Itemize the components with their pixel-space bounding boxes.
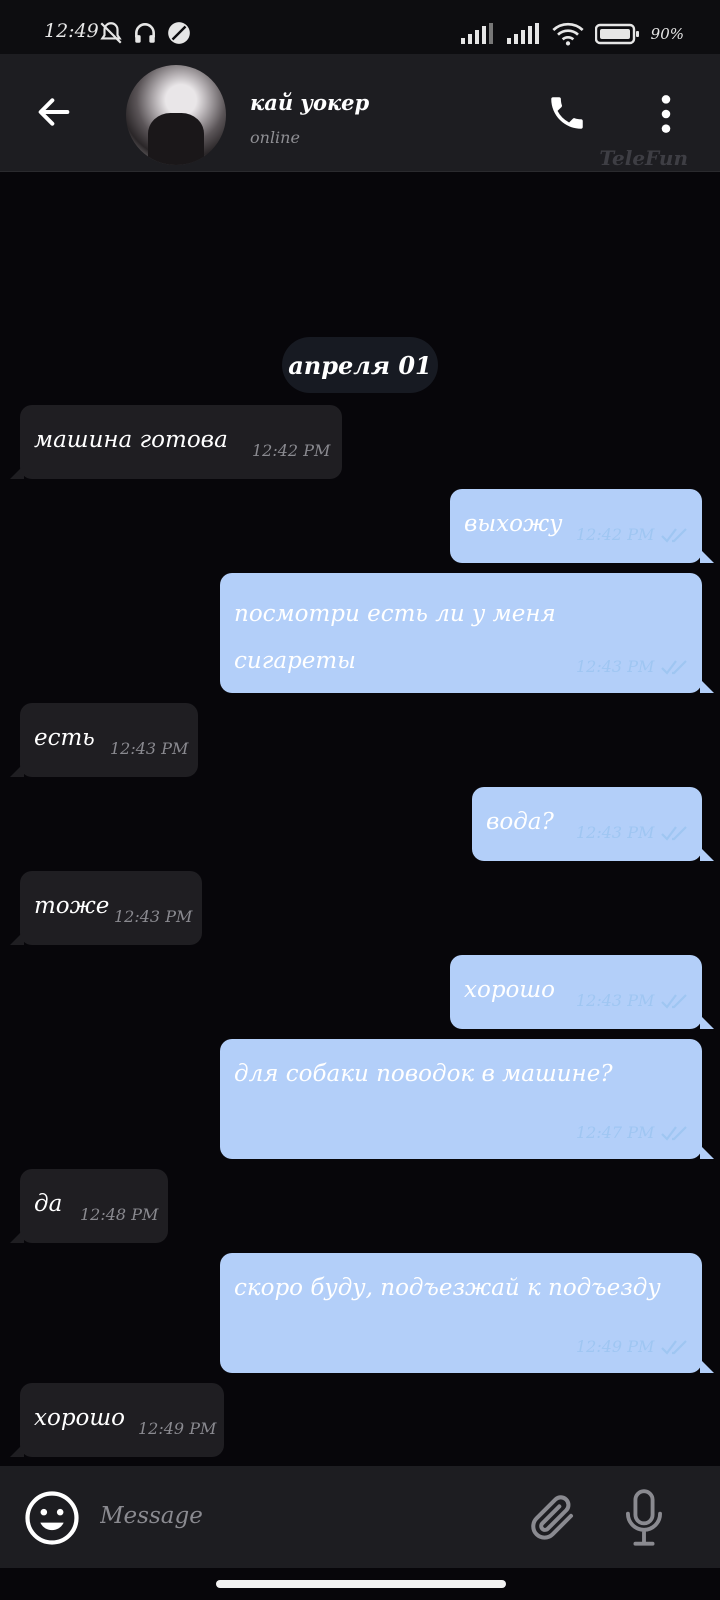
read-check-icon bbox=[661, 1340, 687, 1355]
battery-icon bbox=[594, 23, 639, 45]
message-time: 12:43 PM bbox=[110, 739, 189, 758]
paperclip-icon[interactable] bbox=[526, 1488, 580, 1546]
chat-header: кай уокер online TeleFun bbox=[0, 54, 720, 172]
more-vert-icon[interactable] bbox=[656, 94, 676, 134]
status-time: 12:49 bbox=[44, 20, 99, 42]
message-text: тоже bbox=[34, 893, 110, 919]
message-time: 12:43 PM bbox=[576, 657, 655, 676]
message-bubble-outgoing[interactable]: хорошо 12:43 PM bbox=[450, 955, 714, 1029]
phone-icon[interactable] bbox=[546, 92, 588, 134]
message-bubble-incoming[interactable]: да 12:48 PM bbox=[10, 1169, 168, 1243]
read-check-icon bbox=[661, 528, 687, 543]
watermark: TeleFun bbox=[599, 146, 688, 170]
read-check-icon bbox=[661, 1126, 687, 1141]
message-text: посмотри есть ли у меня сигареты bbox=[234, 601, 556, 674]
message-bubble-incoming[interactable]: хорошо 12:49 PM bbox=[10, 1383, 224, 1457]
emoji-icon[interactable] bbox=[24, 1490, 80, 1546]
message-time: 12:42 PM bbox=[576, 525, 655, 544]
date-separator: апреля 01 bbox=[282, 337, 438, 393]
avatar-figure bbox=[148, 113, 204, 165]
message-time: 12:48 PM bbox=[80, 1205, 159, 1224]
contact-name[interactable]: кай уокер bbox=[250, 90, 369, 115]
message-time: 12:43 PM bbox=[114, 907, 193, 926]
message-time: 12:43 PM bbox=[576, 823, 655, 842]
message-text: вода? bbox=[486, 809, 554, 835]
message-text: машина готова bbox=[34, 427, 228, 453]
message-bubble-outgoing[interactable]: для собаки поводок в машине? 12:47 PM bbox=[220, 1039, 714, 1159]
message-text: скоро буду, подъезжай к подъезду bbox=[234, 1275, 661, 1301]
message-text: хорошо bbox=[34, 1405, 126, 1431]
message-bubble-incoming[interactable]: машина готова 12:42 PM bbox=[10, 405, 342, 479]
message-text: есть bbox=[34, 725, 95, 751]
message-time: 12:43 PM bbox=[576, 991, 655, 1010]
message-bubble-outgoing[interactable]: вода? 12:43 PM bbox=[472, 787, 714, 861]
dnd-icon bbox=[168, 22, 190, 44]
message-time: 12:49 PM bbox=[576, 1337, 655, 1356]
message-text: да bbox=[34, 1191, 63, 1217]
message-bubble-outgoing[interactable]: скоро буду, подъезжай к подъезду 12:49 P… bbox=[220, 1253, 714, 1373]
home-indicator[interactable] bbox=[216, 1580, 506, 1588]
message-time: 12:49 PM bbox=[138, 1419, 217, 1438]
message-time: 12:47 PM bbox=[576, 1123, 655, 1142]
message-bubble-incoming[interactable]: есть 12:43 PM bbox=[10, 703, 198, 777]
message-bubble-outgoing[interactable]: выхожу 12:42 PM bbox=[450, 489, 714, 563]
bell-off-icon bbox=[100, 22, 122, 44]
status-bar: 12:49 90% bbox=[0, 0, 720, 54]
wifi-icon bbox=[552, 22, 584, 46]
headphones-icon bbox=[135, 23, 155, 43]
read-check-icon bbox=[661, 826, 687, 841]
message-bubble-outgoing[interactable]: посмотри есть ли у меня сигареты 12:43 P… bbox=[220, 573, 714, 693]
avatar[interactable] bbox=[126, 65, 226, 165]
contact-status: online bbox=[250, 128, 300, 147]
message-text: для собаки поводок в машине? bbox=[234, 1061, 613, 1087]
message-text: хорошо bbox=[464, 977, 556, 1003]
message-bubble-incoming[interactable]: тоже 12:43 PM bbox=[10, 871, 202, 945]
read-check-icon bbox=[661, 994, 687, 1009]
message-input[interactable] bbox=[100, 1486, 500, 1546]
signal-icon bbox=[506, 23, 539, 44]
battery-percent: 90% bbox=[650, 25, 684, 43]
read-check-icon bbox=[661, 660, 687, 675]
message-composer bbox=[0, 1466, 720, 1568]
back-arrow-icon[interactable] bbox=[34, 92, 74, 132]
message-text: выхожу bbox=[464, 511, 563, 537]
signal-icon bbox=[460, 23, 493, 44]
microphone-icon[interactable] bbox=[622, 1488, 666, 1548]
message-time: 12:42 PM bbox=[252, 441, 331, 460]
